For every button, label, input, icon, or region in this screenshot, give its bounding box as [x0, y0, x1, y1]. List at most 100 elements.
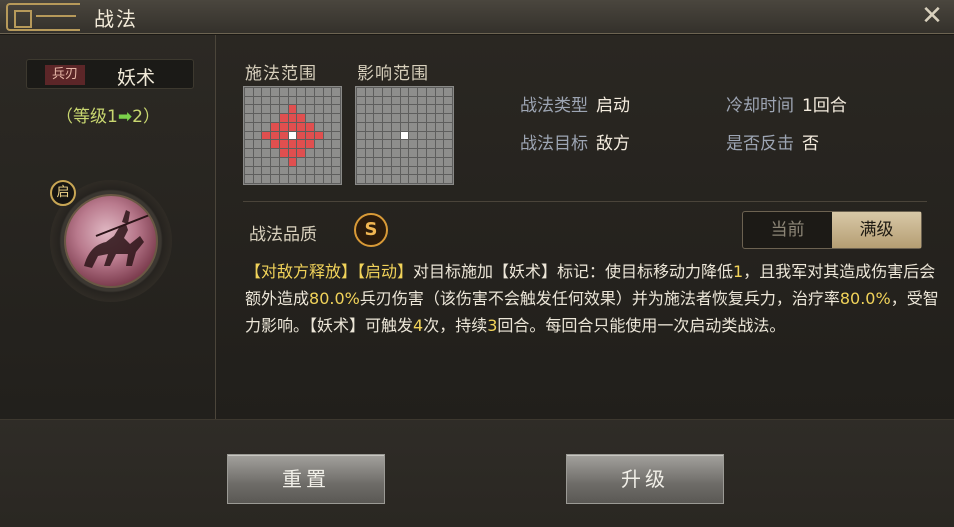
- grid-cell: [435, 157, 444, 166]
- grid-cell: [245, 166, 253, 175]
- grid-cell: [400, 88, 409, 96]
- grid-cell: [271, 96, 279, 105]
- grid-cell: [245, 140, 253, 149]
- grid-cell: [323, 140, 332, 149]
- grid-cell: [444, 157, 452, 166]
- grid-cell: [357, 157, 365, 166]
- grid-cell: [444, 131, 452, 140]
- grid-cell: [400, 122, 409, 131]
- grid-range-cell: [314, 131, 323, 140]
- effect-range-grid: [355, 86, 454, 185]
- close-icon[interactable]: ✕: [918, 3, 946, 31]
- grid-cell: [435, 88, 444, 96]
- grid-range-cell: [279, 114, 288, 122]
- reset-button[interactable]: 重置: [227, 454, 385, 504]
- grid-range-cell: [306, 131, 314, 140]
- grid-cell: [435, 131, 444, 140]
- upgrade-button[interactable]: 升级: [566, 454, 724, 504]
- skill-type-key: 战法类型: [520, 96, 588, 116]
- grid-range-cell: [297, 131, 306, 140]
- level-to: 2）: [132, 107, 160, 127]
- grid-cell: [253, 96, 262, 105]
- damage-type-tag: 兵刃: [45, 65, 85, 85]
- cast-range-grid: [243, 86, 342, 185]
- grid-cell: [374, 114, 383, 122]
- grid-range-cell: [279, 140, 288, 149]
- grid-cell: [426, 166, 435, 175]
- grid-cell: [253, 157, 262, 166]
- grid-cell: [357, 175, 365, 183]
- grid-cell: [365, 105, 374, 114]
- grid-cell: [418, 166, 426, 175]
- grid-cell: [262, 105, 271, 114]
- grid-cell: [409, 175, 418, 183]
- grid-cell: [426, 131, 435, 140]
- desc-duration: 3: [487, 316, 498, 335]
- grid-cell: [383, 175, 391, 183]
- desc-trigger-count: 4: [413, 316, 424, 335]
- grid-cell: [400, 140, 409, 149]
- grid-cell: [314, 114, 323, 122]
- grid-cell: [357, 96, 365, 105]
- grid-cell: [374, 175, 383, 183]
- grid-center-cell: [288, 131, 297, 140]
- grid-range-cell: [262, 131, 271, 140]
- grid-cell: [409, 96, 418, 105]
- grid-range-cell: [279, 131, 288, 140]
- grid-cell: [306, 88, 314, 96]
- grid-cell: [332, 166, 340, 175]
- grid-cell: [271, 88, 279, 96]
- grid-range-cell: [297, 140, 306, 149]
- grid-cell: [279, 88, 288, 96]
- grid-cell: [365, 114, 374, 122]
- grid-cell: [332, 122, 340, 131]
- grid-cell: [374, 149, 383, 157]
- toggle-current-button[interactable]: 当前: [743, 212, 832, 248]
- desc-launch-tag: 【启动】: [357, 262, 414, 281]
- grid-cell: [365, 96, 374, 105]
- grid-cell: [262, 122, 271, 131]
- grid-cell: [409, 105, 418, 114]
- grid-cell: [253, 140, 262, 149]
- grid-cell: [357, 166, 365, 175]
- grid-cell: [391, 166, 400, 175]
- grid-range-cell: [288, 140, 297, 149]
- grid-range-cell: [271, 122, 279, 131]
- grid-cell: [444, 105, 452, 114]
- grid-cell: [357, 88, 365, 96]
- grid-range-cell: [279, 122, 288, 131]
- cooldown-row: 冷却时间 1回合: [726, 91, 847, 116]
- grid-cell: [409, 149, 418, 157]
- grid-cell: [262, 166, 271, 175]
- grid-cell: [409, 88, 418, 96]
- grid-cell: [314, 149, 323, 157]
- grid-cell: [365, 131, 374, 140]
- grid-cell: [262, 88, 271, 96]
- grid-cell: [383, 166, 391, 175]
- grid-cell: [323, 131, 332, 140]
- grid-cell: [357, 131, 365, 140]
- grid-range-cell: [297, 149, 306, 157]
- toggle-max-button[interactable]: 满级: [832, 212, 921, 248]
- skill-type-row: 战法类型 启动: [520, 91, 630, 116]
- grid-cell: [253, 149, 262, 157]
- level-change: （等级1➡2）: [0, 102, 216, 127]
- grid-cell: [435, 96, 444, 105]
- grid-cell: [383, 131, 391, 140]
- desc-text-6: 回合。每回合只能使用一次启动类战法。: [497, 316, 786, 335]
- cast-range-label: 施法范围: [245, 64, 317, 84]
- grid-cell: [365, 157, 374, 166]
- grid-cell: [400, 105, 409, 114]
- grid-cell: [426, 149, 435, 157]
- grid-cell: [245, 157, 253, 166]
- skill-portrait-frame: 启: [50, 180, 172, 302]
- grid-cell: [418, 88, 426, 96]
- grid-cell: [323, 88, 332, 96]
- grid-cell: [245, 114, 253, 122]
- counterattack-value: 否: [802, 134, 819, 154]
- skill-type-value: 启动: [596, 96, 630, 116]
- desc-move-reduce: 1: [733, 262, 744, 281]
- grid-cell: [323, 114, 332, 122]
- grid-cell: [357, 149, 365, 157]
- grid-cell: [409, 114, 418, 122]
